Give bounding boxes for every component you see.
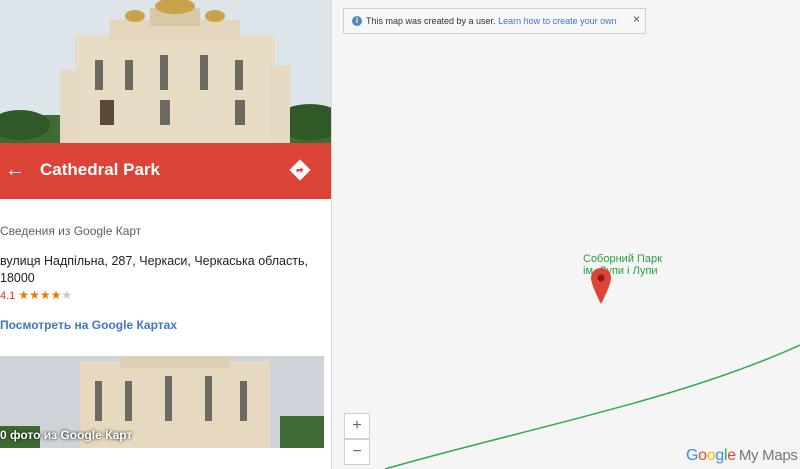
- zoom-in-button[interactable]: +: [344, 413, 370, 439]
- notice-text: This map was created by a user. Learn ho…: [366, 16, 617, 26]
- user-map-notice: i This map was created by a user. Learn …: [343, 8, 646, 34]
- info-icon: i: [352, 16, 362, 26]
- google-my-maps-logo: Google My Maps: [686, 447, 798, 464]
- notice-message: This map was created by a user.: [366, 16, 496, 26]
- learn-create-link[interactable]: Learn how to create your own: [498, 16, 617, 26]
- map-label-line1: Соборний Парк: [583, 253, 662, 265]
- route-line: [384, 344, 800, 469]
- zoom-out-button[interactable]: −: [344, 439, 370, 465]
- map-pin-icon[interactable]: [591, 268, 611, 304]
- close-icon[interactable]: ×: [633, 12, 640, 26]
